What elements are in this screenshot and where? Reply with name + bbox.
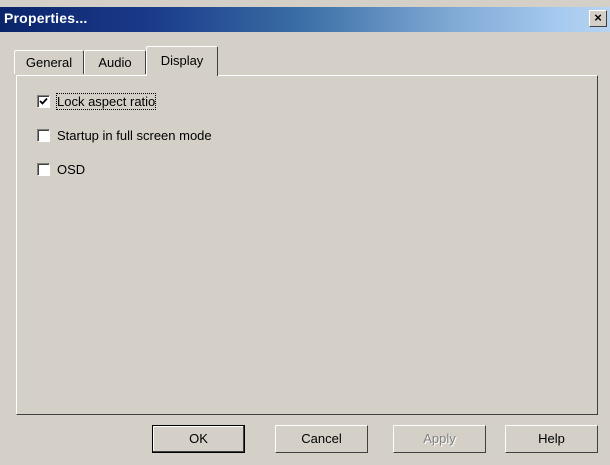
close-icon: × — [594, 10, 602, 25]
tab-display-label: Display — [160, 53, 204, 68]
close-button[interactable]: × — [589, 10, 607, 27]
startup-fullscreen-checkbox[interactable] — [37, 129, 50, 142]
checkmark-icon — [39, 97, 48, 105]
tab-audio-label: Audio — [98, 55, 132, 70]
tab-general-label: General — [25, 55, 73, 70]
help-button[interactable]: Help — [505, 425, 598, 453]
ok-button[interactable]: OK — [152, 425, 245, 453]
lock-aspect-ratio-label[interactable]: Lock aspect ratio — [55, 93, 157, 110]
cancel-button[interactable]: Cancel — [275, 425, 368, 453]
window-title: Properties... — [4, 10, 88, 26]
display-tab-panel: Lock aspect ratio Startup in full screen… — [16, 75, 598, 415]
startup-fullscreen-label[interactable]: Startup in full screen mode — [57, 128, 212, 143]
tab-display[interactable]: Display — [146, 46, 218, 76]
tab-general[interactable]: General — [14, 50, 84, 74]
lock-aspect-ratio-checkbox[interactable] — [37, 95, 50, 108]
tab-audio[interactable]: Audio — [84, 50, 146, 74]
osd-checkbox[interactable] — [37, 163, 50, 176]
osd-label[interactable]: OSD — [57, 162, 85, 177]
title-bar[interactable]: Properties... × — [0, 7, 610, 32]
apply-button[interactable]: Apply — [393, 425, 486, 453]
properties-dialog: Properties... × General Audio Display Lo… — [0, 0, 610, 465]
